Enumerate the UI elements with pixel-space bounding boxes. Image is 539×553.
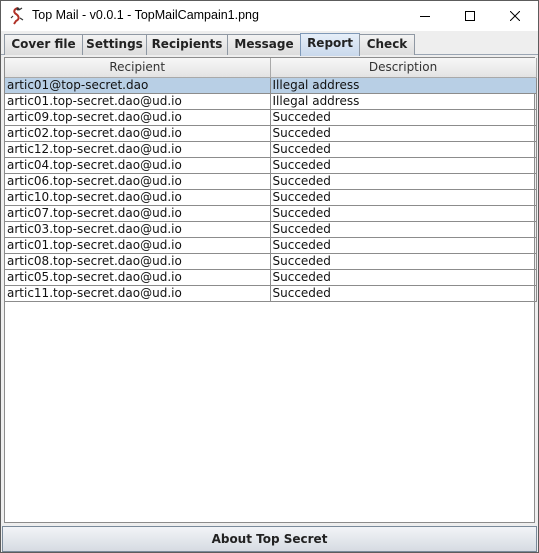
description-cell[interactable]: Illegal address: [270, 93, 537, 110]
minimize-button[interactable]: [402, 1, 447, 31]
table-row[interactable]: artic01.top-secret.dao@ud.io Succeded: [5, 237, 537, 254]
description-cell[interactable]: Succeded: [270, 253, 537, 270]
description-cell[interactable]: Succeded: [270, 125, 537, 142]
description-cell[interactable]: Succeded: [270, 269, 537, 286]
report-table-body: artic01@top-secret.dao Illegal address art…: [5, 77, 537, 302]
recipient-cell[interactable]: artic01@top-secret.dao: [5, 77, 271, 94]
table-row[interactable]: artic12.top-secret.dao@ud.io Succeded: [5, 141, 537, 158]
tab-check[interactable]: Check: [359, 34, 415, 55]
description-cell[interactable]: Succeded: [270, 237, 537, 254]
table-row[interactable]: artic02.top-secret.dao@ud.io Succeded: [5, 125, 537, 142]
recipient-cell[interactable]: artic04.top-secret.dao@ud.io: [5, 157, 271, 174]
description-cell[interactable]: Succeded: [270, 221, 537, 238]
description-cell[interactable]: Succeded: [270, 109, 537, 126]
description-cell[interactable]: Succeded: [270, 173, 537, 190]
maximize-button[interactable]: [447, 1, 492, 31]
table-row[interactable]: artic10.top-secret.dao@ud.io Succeded: [5, 189, 537, 206]
recipient-cell[interactable]: artic11.top-secret.dao@ud.io: [5, 285, 271, 302]
tab-cover-file[interactable]: Cover file: [4, 34, 83, 55]
description-cell[interactable]: Illegal address: [270, 77, 537, 94]
recipient-cell[interactable]: artic03.top-secret.dao@ud.io: [5, 221, 271, 238]
recipient-cell[interactable]: artic09.top-secret.dao@ud.io: [5, 109, 271, 126]
tab-message[interactable]: Message: [227, 34, 301, 55]
table-header-row: Recipient Description: [5, 58, 537, 78]
tab-bar: Cover file Settings Recipients Message R…: [1, 31, 538, 56]
tab-settings[interactable]: Settings: [82, 34, 147, 55]
description-cell[interactable]: Succeded: [270, 189, 537, 206]
minimize-icon: [419, 16, 430, 17]
report-table: Recipient Description artic01@top-secret…: [5, 58, 537, 302]
table-row[interactable]: artic03.top-secret.dao@ud.io Succeded: [5, 221, 537, 238]
table-row[interactable]: artic08.top-secret.dao@ud.io Succeded: [5, 253, 537, 270]
close-icon: [509, 11, 520, 21]
recipient-cell[interactable]: artic01.top-secret.dao@ud.io: [5, 93, 271, 110]
table-row[interactable]: artic01@top-secret.dao Illegal address: [5, 77, 537, 94]
recipient-cell[interactable]: artic10.top-secret.dao@ud.io: [5, 189, 271, 206]
recipient-cell[interactable]: artic01.top-secret.dao@ud.io: [5, 237, 271, 254]
maximize-icon: [464, 11, 475, 21]
table-row[interactable]: artic07.top-secret.dao@ud.io Succeded: [5, 205, 537, 222]
report-panel: Recipient Description artic01@top-secret…: [3, 56, 537, 524]
column-header-description[interactable]: Description: [270, 58, 537, 78]
table-row[interactable]: artic01.top-secret.dao@ud.io Illegal addr…: [5, 93, 537, 110]
top-mail-logo-icon: [9, 7, 25, 25]
recipient-cell[interactable]: artic07.top-secret.dao@ud.io: [5, 205, 271, 222]
recipient-cell[interactable]: artic12.top-secret.dao@ud.io: [5, 141, 271, 158]
table-row[interactable]: artic11.top-secret.dao@ud.io Succeded: [5, 285, 537, 302]
recipient-cell[interactable]: artic02.top-secret.dao@ud.io: [5, 125, 271, 142]
recipient-cell[interactable]: artic08.top-secret.dao@ud.io: [5, 253, 271, 270]
table-row[interactable]: artic05.top-secret.dao@ud.io Succeded: [5, 269, 537, 286]
tab-recipients[interactable]: Recipients: [146, 34, 228, 55]
about-top-secret-button[interactable]: About Top Secret: [2, 526, 537, 552]
table-row[interactable]: artic06.top-secret.dao@ud.io Succeded: [5, 173, 537, 190]
column-header-recipient[interactable]: Recipient: [5, 58, 271, 78]
title-bar[interactable]: Top Mail - v0.0.1 - TopMailCampain1.png: [1, 1, 538, 31]
table-row[interactable]: artic09.top-secret.dao@ud.io Succeded: [5, 109, 537, 126]
app-window: Top Mail - v0.0.1 - TopMailCampain1.png …: [0, 0, 539, 553]
recipient-cell[interactable]: artic06.top-secret.dao@ud.io: [5, 173, 271, 190]
description-cell[interactable]: Succeded: [270, 157, 537, 174]
tab-report[interactable]: Report: [300, 33, 360, 56]
window-title: Top Mail - v0.0.1 - TopMailCampain1.png: [32, 8, 259, 22]
table-row[interactable]: artic04.top-secret.dao@ud.io Succeded: [5, 157, 537, 174]
recipient-cell[interactable]: artic05.top-secret.dao@ud.io: [5, 269, 271, 286]
description-cell[interactable]: Succeded: [270, 141, 537, 158]
description-cell[interactable]: Succeded: [270, 285, 537, 302]
close-button[interactable]: [492, 1, 537, 31]
description-cell[interactable]: Succeded: [270, 205, 537, 222]
report-table-container: Recipient Description artic01@top-secret…: [4, 57, 537, 523]
